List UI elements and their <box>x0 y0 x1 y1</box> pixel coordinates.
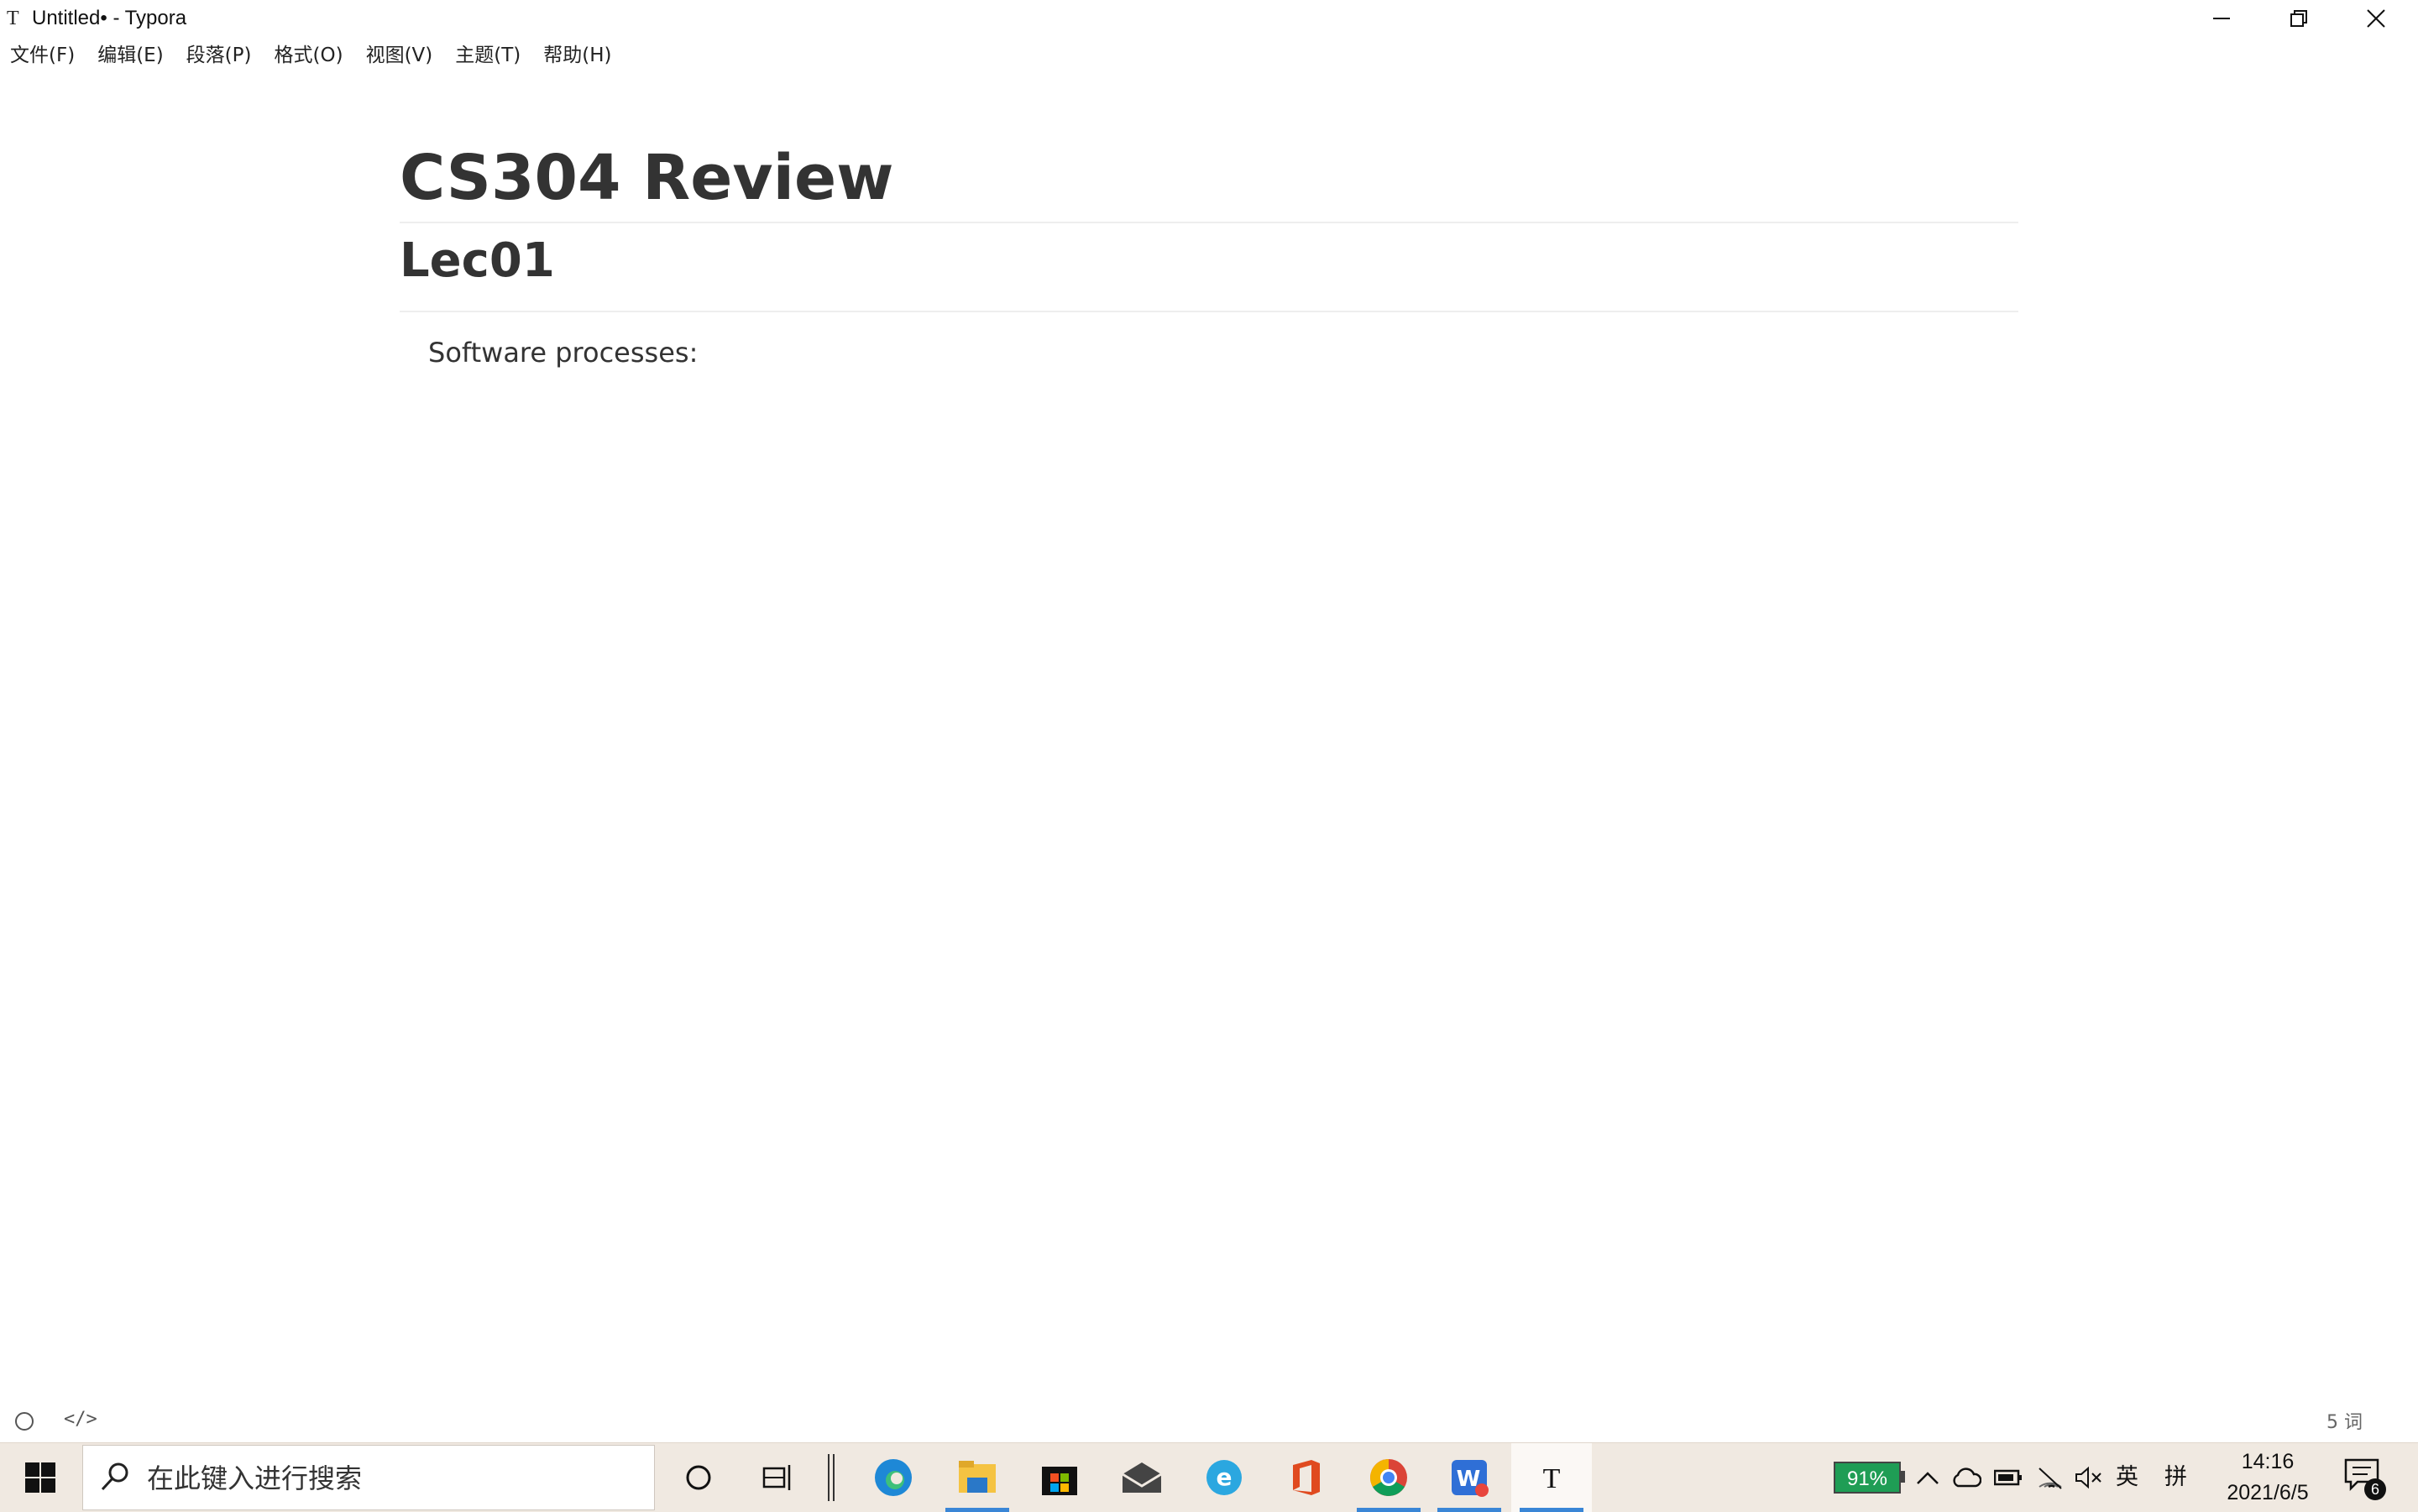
heading-2[interactable]: Lec01 <box>400 227 2018 312</box>
menu-help[interactable]: 帮助(H) <box>543 39 611 72</box>
volume-button[interactable] <box>2072 1443 2106 1512</box>
typora-icon: T <box>1543 1463 1561 1494</box>
edge-icon <box>875 1459 912 1496</box>
store-button[interactable] <box>1019 1443 1100 1512</box>
store-icon <box>1042 1467 1077 1495</box>
typora-window: T Untitled• - Typora 文件(F) 编辑(E) 段落(P) 格… <box>0 0 2418 1442</box>
battery-level-badge[interactable]: 91% <box>1834 1462 1901 1494</box>
volume-muted-icon <box>2075 1466 2101 1489</box>
battery-nub <box>1901 1471 1905 1483</box>
chrome-icon <box>1370 1459 1407 1496</box>
cloud-icon <box>1953 1468 1981 1488</box>
system-clock[interactable]: 14:16 2021/6/5 <box>2213 1447 2322 1509</box>
office-button[interactable] <box>1266 1443 1347 1512</box>
battery-icon <box>1994 1469 2022 1486</box>
task-view-icon <box>762 1465 791 1490</box>
chevron-up-icon <box>1917 1472 1939 1484</box>
window-title: Untitled• - Typora <box>32 7 187 29</box>
edge-button[interactable] <box>853 1443 934 1512</box>
office-icon <box>1293 1460 1320 1495</box>
running-indicator <box>945 1508 1009 1512</box>
svg-text:T: T <box>1543 1463 1561 1494</box>
restore-button[interactable] <box>2260 0 2337 37</box>
cortana-icon <box>686 1465 711 1490</box>
start-button[interactable] <box>0 1443 81 1512</box>
menu-edit[interactable]: 编辑(E) <box>97 39 163 72</box>
close-icon <box>2367 9 2385 28</box>
ime-language-indicator[interactable]: 英 <box>2116 1443 2138 1512</box>
chrome-button[interactable] <box>1348 1443 1429 1512</box>
search-placeholder: 在此键入进行搜索 <box>147 1462 363 1494</box>
ie-button[interactable]: e <box>1184 1443 1264 1512</box>
windows-logo-icon <box>25 1462 55 1493</box>
wifi-icon <box>2039 1468 2062 1489</box>
running-indicator <box>1437 1508 1501 1512</box>
file-explorer-icon <box>959 1461 996 1493</box>
network-button[interactable] <box>2033 1443 2067 1512</box>
windows-taskbar: 在此键入进行搜索 e W T 91% 英 拼 14:16 2021/6/5 6 <box>0 1442 2418 1512</box>
menu-view[interactable]: 视图(V) <box>366 39 433 72</box>
menu-bar: 文件(F) 编辑(E) 段落(P) 格式(O) 视图(V) 主题(T) 帮助(H… <box>0 39 635 72</box>
battery-button[interactable] <box>1991 1443 2025 1512</box>
mail-button[interactable] <box>1102 1443 1182 1512</box>
ie-icon: e <box>1206 1460 1242 1495</box>
menu-theme[interactable]: 主题(T) <box>455 39 521 72</box>
running-indicator <box>1357 1508 1421 1512</box>
typora-app-icon: T <box>7 8 19 29</box>
menu-paragraph[interactable]: 段落(P) <box>186 39 252 72</box>
typora-taskbar-button[interactable]: T <box>1511 1443 1592 1512</box>
status-bar: </> 5 词 <box>0 1399 2418 1442</box>
cortana-button[interactable] <box>658 1443 739 1512</box>
divider-icon <box>828 1454 835 1501</box>
clock-time: 14:16 <box>2241 1450 2295 1473</box>
taskbar-search-box[interactable]: 在此键入进行搜索 <box>82 1445 655 1510</box>
wps-button[interactable]: W <box>1429 1443 1510 1512</box>
word-count[interactable]: 5 词 <box>2326 1407 2363 1434</box>
ime-mode-indicator[interactable]: 拼 <box>2164 1443 2187 1512</box>
running-indicator <box>1520 1508 1583 1512</box>
onedrive-button[interactable] <box>1950 1443 1983 1512</box>
close-button[interactable] <box>2337 0 2415 37</box>
file-explorer-button[interactable] <box>937 1443 1018 1512</box>
restore-icon <box>2290 10 2307 27</box>
wps-icon: W <box>1452 1460 1489 1497</box>
minimize-button[interactable] <box>2183 0 2260 37</box>
search-icon <box>101 1462 128 1491</box>
svg-text:e: e <box>1217 1463 1233 1491</box>
heading-1[interactable]: CS304 Review <box>400 134 2018 223</box>
notification-count-badge: 6 <box>2364 1478 2386 1500</box>
title-bar[interactable]: T Untitled• - Typora <box>0 0 2418 37</box>
clock-date: 2021/6/5 <box>2227 1481 2309 1504</box>
menu-file[interactable]: 文件(F) <box>10 39 75 72</box>
markdown-editor[interactable]: CS304 Review Lec01 Software processes: <box>400 134 2018 374</box>
menu-format[interactable]: 格式(O) <box>275 39 343 72</box>
sidebar-toggle-circle-icon[interactable] <box>15 1412 34 1431</box>
minimize-icon <box>2213 18 2230 19</box>
mail-icon <box>1122 1462 1162 1493</box>
source-code-toggle-icon[interactable]: </> <box>64 1409 97 1430</box>
show-hidden-icons-button[interactable] <box>1911 1443 1944 1512</box>
paragraph[interactable]: Software processes: <box>400 331 2018 374</box>
